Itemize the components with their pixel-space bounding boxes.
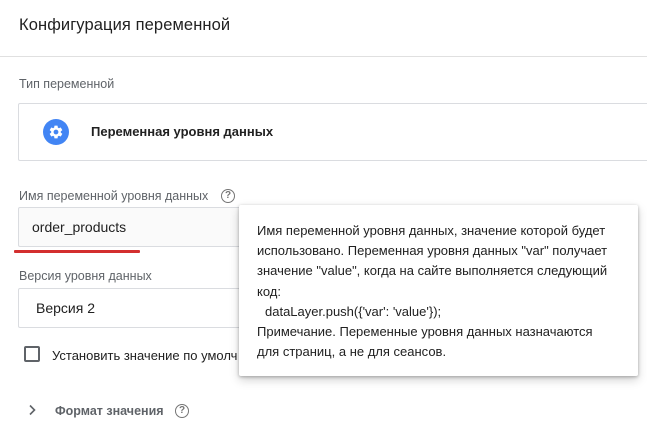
dlv-name-label: Имя переменной уровня данных	[19, 189, 209, 203]
help-tooltip: Имя переменной уровня данных, значение к…	[239, 205, 638, 376]
variable-type-card[interactable]: Переменная уровня данных	[18, 103, 647, 161]
tooltip-line: значение "value", когда на сайте выполня…	[257, 263, 608, 279]
chevron-right-icon[interactable]	[27, 404, 37, 416]
dlv-version-select[interactable]: Версия 2	[18, 288, 258, 328]
gear-icon	[43, 119, 69, 145]
dlv-name-value: order_products	[32, 219, 127, 235]
format-value-label[interactable]: Формат значения	[55, 404, 164, 418]
highlight-underline	[14, 250, 140, 253]
tooltip-line: код:	[257, 283, 281, 299]
dlv-name-input[interactable]: order_products	[18, 207, 258, 247]
default-value-label[interactable]: Установить значение по умолч	[52, 348, 237, 363]
variable-type-label: Тип переменной	[19, 77, 115, 91]
page-title: Конфигурация переменной	[19, 16, 231, 34]
dlv-version-label: Версия уровня данных	[19, 269, 152, 283]
help-icon[interactable]: ?	[221, 189, 235, 203]
default-value-checkbox[interactable]	[24, 346, 40, 362]
dlv-version-value: Версия 2	[36, 300, 95, 316]
tooltip-code-line: dataLayer.push({'var': 'value'});	[265, 303, 442, 319]
tooltip-line: использовано. Переменная уровня данных "…	[257, 243, 608, 259]
format-help-icon[interactable]: ?	[175, 404, 189, 418]
variable-type-name: Переменная уровня данных	[91, 124, 274, 139]
tooltip-line: Примечание. Переменные уровня данных наз…	[257, 324, 593, 340]
tooltip-line: для страниц, а не для сеансов.	[257, 344, 447, 360]
config-header: Конфигурация переменной	[0, 0, 647, 57]
tooltip-line: Имя переменной уровня данных, значение к…	[257, 223, 606, 238]
